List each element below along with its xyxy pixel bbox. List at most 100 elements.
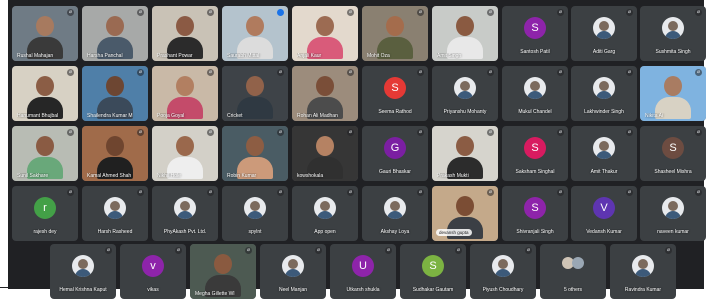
participant-tile-app-open[interactable]: ⌀ App open [292,186,358,241]
participant-name: Megha Gillette Wl [195,291,235,297]
participant-name: vikas [147,287,159,293]
participant-tile-nikita-ai[interactable]: ⌀ Nikita Ai [640,66,706,121]
participant-face [106,76,124,96]
photo-head [180,201,190,211]
photo-head [668,21,678,31]
participant-tile-shailendra-kumar-m[interactable]: ⌀ Shailendra Kumar M [82,66,148,121]
participant-name: Lakhwinder Singh [584,109,624,115]
participant-name: PhyAkash Pvt. Ltd. [163,229,207,235]
participant-tile-megha-gillette-wl[interactable]: ⌀ Megha Gillette Wl [190,244,256,299]
others-avatar-stack [560,255,586,271]
photo-head [78,259,88,269]
mic-off-icon: ⌀ [417,129,424,136]
mic-off-icon: ⌀ [487,69,494,76]
initial-avatar: S [384,77,406,99]
participant-name: Prashant Powar [157,53,193,59]
participant-tile-neel-manjan[interactable]: ⌀ Neel Manjan [260,244,326,299]
profile-photo-avatar [282,255,304,277]
mic-off-icon: ⌀ [417,69,424,76]
participant-tile-gauri-bhaskar[interactable]: G ⌀ Gauri Bhaskar [362,126,428,181]
profile-photo-avatar [524,77,546,99]
participant-face [36,76,54,96]
participant-tile-hanumant-bhujbal[interactable]: ⌀ Hanumant Bhujbal [12,66,78,121]
photo-head [498,259,508,269]
participant-tile-harsha-panchal[interactable]: ⌀ Harsha Panchal [82,6,148,61]
participant-tile-pooja-goyal[interactable]: ⌀ Pooja Goyal [152,66,218,121]
participant-tile-utkarsh-shukla[interactable]: U ⌀ Utkarsh shukla [330,244,396,299]
participant-tile-santosh-patil[interactable]: S ⌀ Santosh Patil [502,6,568,61]
participant-tile-robin-kumar[interactable]: ⌀ Robin Kumar [222,126,288,181]
initial-avatar: S [662,137,684,159]
participant-face [106,136,124,156]
participant-tile-vedansh-kumar[interactable]: V ⌀ Vedansh Kumar [571,186,637,241]
participant-name: Robin Kumar [227,173,257,179]
mic-off-icon: ⌀ [137,129,144,136]
mic-off-icon: ⌀ [665,247,672,254]
participant-name: Gauri Bhaskar [379,169,411,175]
photo-body [285,269,301,277]
photo-body [495,269,511,277]
photo-body [596,151,612,159]
participant-tile-prakash-mukti[interactable]: ⌀ Prakash Mukti [432,126,498,181]
mic-off-icon: ⌀ [487,129,494,136]
participant-tile-piyush-choudhary[interactable]: ⌀ Piyush Choudhary [470,244,536,299]
participant-tile-seema-rathod[interactable]: S ⌀ Seema Rathod [362,66,428,121]
participant-tile-hemal-krishna-kaput[interactable]: ⌀ Hemal Krishna Kaput [50,244,116,299]
participant-tile-prashant-powar[interactable]: ⌀ Prashant Powar [152,6,218,61]
participant-face [246,76,264,96]
photo-body [635,269,651,277]
photo-head [668,201,678,211]
participant-face [664,76,682,96]
participant-tile-shasheel-mishra[interactable]: S ⌀ Shasheel Mishra [640,126,706,181]
initial-avatar: U [352,255,374,277]
participant-tile-akshay-loya[interactable]: ⌀ Akshay Loya [362,186,428,241]
participant-name: Neel Manjan [278,287,308,293]
mic-off-icon: ⌀ [277,189,284,196]
photo-body [596,31,612,39]
participant-tile-sudhakar-gautam[interactable]: S ⌀ Sudhakar Gautam [400,244,466,299]
participant-tile-mohit-oza[interactable]: ⌀ Mohit Oza [362,6,428,61]
participant-tile-sunil-sakhare[interactable]: ⌀ Sunil Sakhare [12,126,78,181]
mic-off-icon: ⌀ [137,69,144,76]
mic-off-icon: ⌀ [67,129,74,136]
participant-tile-ravindra-kumar[interactable]: ⌀ Ravindra Kumar [610,244,676,299]
photo-head [599,21,609,31]
participant-tile-rajesh-dey[interactable]: r ⌀ rajesh dey [12,186,78,241]
photo-head [250,201,260,211]
participant-tile-nikhil-hole[interactable]: ⌀ Nikhil Hole [152,126,218,181]
photo-body [107,211,123,219]
participant-tile-anjali-kaur[interactable]: ⌀ Anjali Kaur [292,6,358,61]
participant-tile-amit-thakur[interactable]: ⌀ Amit Thakur [571,126,637,181]
profile-photo-avatar [632,255,654,277]
participant-tile-saksham-singhal[interactable]: S ⌀ Saksham Singhal [502,126,568,181]
participant-tile-cricket[interactable]: ⌀ Cricket [222,66,288,121]
participant-tile-kamal-ahmed-shah[interactable]: ⌀ Kamal Ahmed Shah [82,126,148,181]
mic-off-icon: ⌀ [626,129,633,136]
participant-tile-amit-singh[interactable]: ⌀ Amit Singh [432,6,498,61]
participant-tile-shivranjali-singh[interactable]: S ⌀ Shivranjali Singh [502,186,568,241]
mic-off-icon: ⌀ [137,9,144,16]
photo-body [177,211,193,219]
participant-tile-vikas[interactable]: v ⌀ vikas [120,244,186,299]
participant-tile-mukul-chandel[interactable]: ⌀ Mukul Chandel [502,66,568,121]
participant-tile-phyakash-pvt-ltd[interactable]: ⌀ PhyAkash Pvt. Ltd. [152,186,218,241]
participant-tile-spylnt[interactable]: ⌀ spylnt [222,186,288,241]
participant-face [246,136,264,156]
participant-tile-aditi-garg[interactable]: ⌀ Aditi Garg [571,6,637,61]
participant-tile-harsh-rasheed[interactable]: ⌀ Harsh Rasheed [82,186,148,241]
participant-tile-rushal-mahajan[interactable]: ⌀ Rushal Mahajan [12,6,78,61]
mic-off-icon: ⌀ [417,189,424,196]
mic-off-icon: ⌀ [67,69,74,76]
participant-name: kowshokala [297,173,324,179]
participant-tile-saurabh-mittal[interactable]: Saurabh Mittal [222,6,288,61]
participant-tile-lakhwinder-singh[interactable]: ⌀ Lakhwinder Singh [571,66,637,121]
participant-tile-sushmita-singh[interactable]: ⌀ Sushmita Singh [640,6,706,61]
participant-face [176,16,194,36]
participant-tile-kowshokala[interactable]: ⌀ kowshokala [292,126,358,181]
participant-tile-rohan-ali-madhan[interactable]: ⌀ Rohan Ali Madhan [292,66,358,121]
participant-tile-5-others[interactable]: 5 others [540,244,606,299]
participant-tile-priyanshu-mohanty[interactable]: ⌀ Priyanshu Mohanty [432,66,498,121]
participant-tile-devansh-gupta[interactable]: ⌀ devansh gupta [432,186,498,241]
photo-head [638,259,648,269]
participant-tile-naveen-kumar[interactable]: ⌀ naveen kumar [640,186,706,241]
